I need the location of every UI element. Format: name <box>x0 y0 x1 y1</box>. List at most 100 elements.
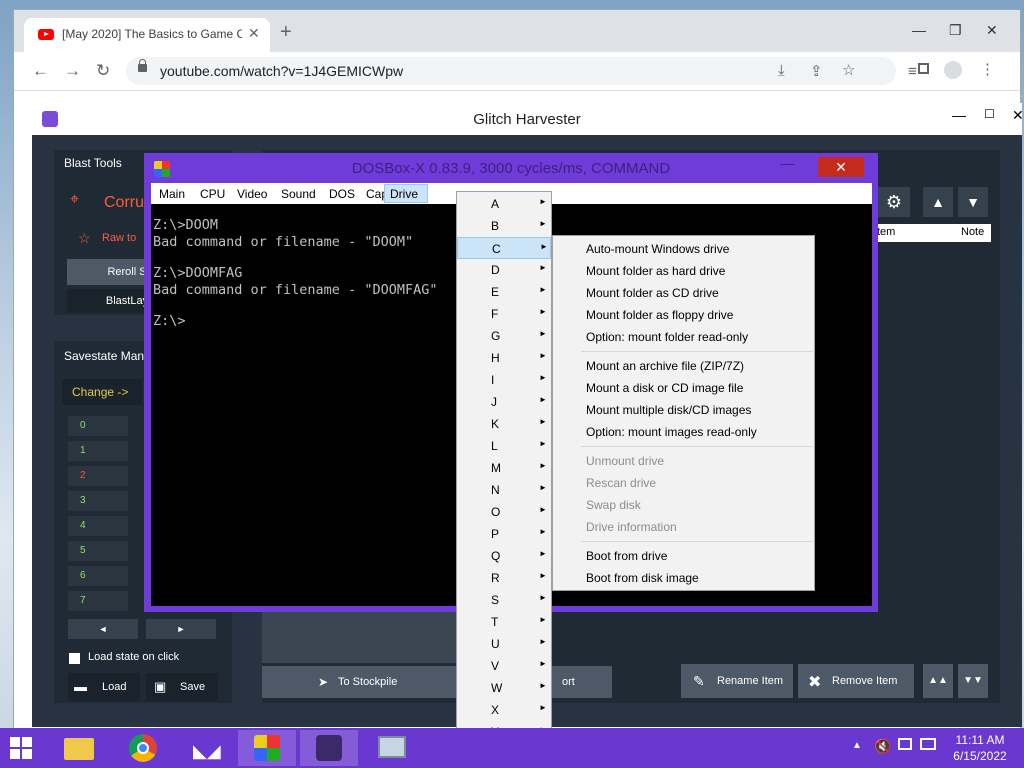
savestate-slot-2[interactable]: 2 <box>68 466 128 486</box>
menu-item-boot-drive[interactable]: Boot from drive <box>586 549 667 563</box>
menu-cpu[interactable]: CPU <box>200 187 225 201</box>
drive-menu-item-e[interactable]: E ► <box>457 281 551 303</box>
bookmark-star-icon[interactable]: ☆ <box>842 61 855 79</box>
drive-menu-item-q[interactable]: Q ► <box>457 545 551 567</box>
close-button[interactable]: ✕ <box>986 22 998 39</box>
menu-item-images-readonly[interactable]: Option: mount images read-only <box>586 425 757 439</box>
url-text[interactable]: youtube.com/watch?v=1J4GEMICWpw <box>160 63 403 79</box>
volume-muted-icon[interactable]: 🔇 <box>874 738 891 755</box>
taskbar-rtc-launcher[interactable]: ◣◢ <box>176 730 234 766</box>
media-control-icon[interactable]: ≡ <box>908 63 917 80</box>
menu-item-folder-readonly[interactable]: Option: mount folder read-only <box>586 330 748 344</box>
menu-item-mount-folder-cd[interactable]: Mount folder as CD drive <box>586 286 719 300</box>
savestate-slot-7[interactable]: 7 <box>68 591 128 611</box>
menu-dos[interactable]: DOS <box>329 187 355 201</box>
drive-menu-item-r[interactable]: R ► <box>457 567 551 589</box>
rename-item-button[interactable]: ✎ Rename Item <box>681 664 793 698</box>
restore-button[interactable]: ❐ <box>949 22 962 39</box>
install-icon[interactable]: ⤓ <box>778 62 785 79</box>
gh-maximize-button[interactable]: ☐ <box>984 107 995 121</box>
dosbox-minimize-button[interactable]: — <box>780 155 794 171</box>
load-on-click-checkbox[interactable] <box>69 653 80 664</box>
remove-item-button[interactable]: ✖ Remove Item <box>798 664 914 698</box>
taskbar-glitch-harvester[interactable] <box>300 730 358 766</box>
drive-menu-item-b[interactable]: B ► <box>457 215 551 237</box>
drive-menu-item-w[interactable]: W ► <box>457 677 551 699</box>
address-bar[interactable]: youtube.com/watch?v=1J4GEMICWpw ⤓ ⇪ ☆ <box>126 57 896 85</box>
action-center-icon[interactable] <box>898 738 912 750</box>
drive-menu-item-o[interactable]: O ► <box>457 501 551 523</box>
drive-menu-item-f[interactable]: F ► <box>457 303 551 325</box>
taskbar-explorer[interactable] <box>50 730 108 766</box>
savestate-slot-0[interactable]: 0 <box>68 416 128 436</box>
side-panel-icon[interactable] <box>918 63 929 74</box>
taskbar-clock[interactable]: 11:11 AM 6/15/2022 <box>940 732 1020 764</box>
gh-minimize-button[interactable]: — <box>952 107 966 123</box>
drive-menu-item-c[interactable]: C ► <box>457 237 551 259</box>
menu-main[interactable]: Main <box>159 187 185 201</box>
gh-close-button[interactable]: ✕ <box>1012 107 1024 124</box>
menu-item-mount-archive[interactable]: Mount an archive file (ZIP/7Z) <box>586 359 744 373</box>
taskbar-monitor-app[interactable] <box>362 730 420 766</box>
more-menu-icon[interactable]: ⋮ <box>980 60 995 78</box>
load-button[interactable]: ▬ Load <box>68 673 140 701</box>
drive-menu-item-l[interactable]: L ► <box>457 435 551 457</box>
minimize-button[interactable]: — <box>912 22 926 38</box>
menu-item-auto-mount[interactable]: Auto-mount Windows drive <box>586 242 729 256</box>
network-icon[interactable] <box>920 738 936 750</box>
profile-avatar[interactable] <box>944 61 962 79</box>
menu-item-mount-multiple[interactable]: Mount multiple disk/CD images <box>586 403 751 417</box>
drive-menu-item-k[interactable]: K ► <box>457 413 551 435</box>
new-tab-button[interactable]: + <box>280 22 292 42</box>
savestate-slot-6[interactable]: 6 <box>68 566 128 586</box>
drive-menu-item-a[interactable]: A ► <box>457 193 551 215</box>
import-button[interactable]: ort <box>552 666 612 698</box>
move-top-button[interactable]: ▲▲ <box>923 664 953 698</box>
drive-menu-item-n[interactable]: N ► <box>457 479 551 501</box>
change-button[interactable]: Change -> <box>62 379 142 405</box>
menu-sound[interactable]: Sound <box>281 187 316 201</box>
browser-tab[interactable]: [May 2020] The Basics to Game C ✕ <box>24 18 270 52</box>
drive-menu-item-m[interactable]: M ► <box>457 457 551 479</box>
drive-menu-item-i[interactable]: I ► <box>457 369 551 391</box>
col-note-header[interactable]: Note <box>961 226 984 238</box>
reload-icon[interactable]: ↻ <box>96 61 110 81</box>
drive-menu-item-x[interactable]: X ► <box>457 699 551 721</box>
savestate-slot-4[interactable]: 4 <box>68 516 128 536</box>
share-icon[interactable]: ⇪ <box>810 62 823 80</box>
move-up-button[interactable]: ▲ <box>923 187 953 217</box>
dosbox-close-button[interactable]: ✕ <box>818 157 864 177</box>
raw-to-stash-button[interactable]: Raw to <box>102 232 136 244</box>
taskbar-chrome[interactable] <box>114 730 172 766</box>
savestate-slot-5[interactable]: 5 <box>68 541 128 561</box>
menu-item-mount-folder-hd[interactable]: Mount folder as hard drive <box>586 264 725 278</box>
menu-item-mount-image[interactable]: Mount a disk or CD image file <box>586 381 743 395</box>
back-icon[interactable]: ← <box>32 61 49 81</box>
tray-overflow-icon[interactable]: ▲ <box>852 740 862 751</box>
move-bottom-button[interactable]: ▼▼ <box>958 664 988 698</box>
prev-page-button[interactable]: ◄ <box>68 619 138 639</box>
col-item-header[interactable]: tem <box>877 226 895 238</box>
drive-menu-item-v[interactable]: V ► <box>457 655 551 677</box>
next-page-button[interactable]: ► <box>146 619 216 639</box>
menu-video[interactable]: Video <box>237 187 267 201</box>
menu-item-mount-folder-floppy[interactable]: Mount folder as floppy drive <box>586 308 733 322</box>
menu-item-boot-image[interactable]: Boot from disk image <box>586 571 699 585</box>
start-button[interactable] <box>10 737 32 759</box>
drive-menu-item-h[interactable]: H ► <box>457 347 551 369</box>
forward-icon[interactable]: → <box>64 61 81 81</box>
tab-close-icon[interactable]: ✕ <box>248 25 260 42</box>
savestate-slot-1[interactable]: 1 <box>68 441 128 461</box>
savestate-slot-3[interactable]: 3 <box>68 491 128 511</box>
taskbar-dosbox[interactable] <box>238 730 296 766</box>
menu-drive[interactable]: Drive <box>384 184 428 203</box>
settings-gear-icon[interactable]: ⚙ <box>878 187 910 217</box>
move-down-button[interactable]: ▼ <box>958 187 988 217</box>
drive-menu-item-p[interactable]: P ► <box>457 523 551 545</box>
drive-menu-item-j[interactable]: J ► <box>457 391 551 413</box>
drive-menu-item-u[interactable]: U ► <box>457 633 551 655</box>
drive-menu-item-d[interactable]: D ► <box>457 259 551 281</box>
drive-menu-item-t[interactable]: T ► <box>457 611 551 633</box>
drive-menu-item-g[interactable]: G ► <box>457 325 551 347</box>
save-button[interactable]: ▣ Save <box>146 673 218 701</box>
